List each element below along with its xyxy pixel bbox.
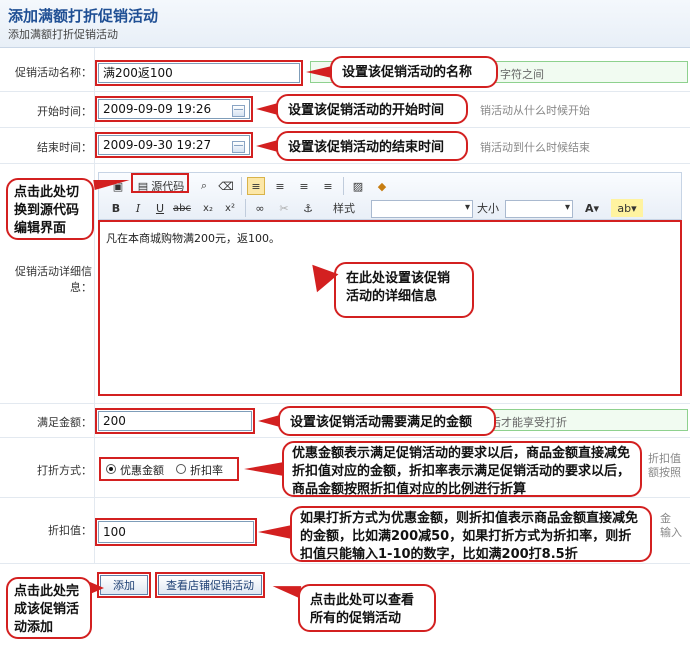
detail-editor-content: 凡在本商城购物满200元，返100。 <box>106 232 280 245</box>
mode-hint-2: 额按照 <box>648 466 681 479</box>
callout-pointer <box>256 103 278 115</box>
mode-option-rate: 折扣率 <box>190 464 223 477</box>
superscript-icon[interactable]: x² <box>221 199 239 217</box>
callout-add: 点击此处完成该促销活动添加 <box>6 577 92 639</box>
eraser-icon[interactable]: ⌫ <box>217 177 235 195</box>
start-hint: 销活动从什么时候开始 <box>480 104 590 117</box>
discount-hint-2: 输入 <box>660 526 682 539</box>
row-divider <box>94 164 95 403</box>
mode-radio-rate[interactable] <box>176 464 186 474</box>
callout-view: 点击此处可以查看所有的促销活动 <box>298 584 436 632</box>
discount-input[interactable]: 100 <box>98 521 254 543</box>
amount-label: 满足金额： <box>37 416 92 429</box>
highlight-color-icon[interactable]: ab▾ <box>611 199 643 217</box>
subscript-icon[interactable]: x₂ <box>199 199 217 217</box>
name-hint: 字符之间 <box>500 68 544 81</box>
callout-pointer <box>306 66 332 78</box>
callout-source: 点击此处切换到源代码编辑界面 <box>6 178 94 240</box>
toolbar-separator <box>241 177 242 195</box>
align-justify-icon[interactable]: ≡ <box>319 177 337 195</box>
name-label: 促销活动名称： <box>15 66 92 79</box>
view-promotions-button[interactable]: 查看店铺促销活动 <box>158 575 262 595</box>
callout-name: 设置该促销活动的名称 <box>330 56 498 88</box>
callout-amount: 设置该促销活动需要满足的金额 <box>278 406 496 436</box>
end-label: 结束时间： <box>37 141 92 154</box>
callout-pointer <box>90 582 104 594</box>
mode-radio-amount[interactable] <box>106 464 116 474</box>
end-hint: 销活动到什么时候结束 <box>480 141 590 154</box>
page: 添加满额打折促销活动 添加满额打折促销活动 促销活动名称： 字符之间 满200返… <box>0 0 690 670</box>
start-time-value: 2009-09-09 19:26 <box>103 102 212 116</box>
callout-start: 设置该促销活动的开始时间 <box>276 94 468 124</box>
anchor-icon[interactable]: ⚓ <box>299 199 317 217</box>
toolbar-separator <box>245 199 246 217</box>
image-icon[interactable]: ▨ <box>349 177 367 195</box>
size-select[interactable] <box>505 200 573 218</box>
add-button[interactable]: 添加 <box>100 575 148 595</box>
source-highlight <box>131 173 189 193</box>
page-subtitle: 添加满额打折促销活动 <box>8 28 118 41</box>
end-time-input[interactable]: 2009-09-30 19:27 <box>98 135 250 155</box>
bold-icon[interactable]: B <box>107 199 125 217</box>
callout-pointer <box>256 140 278 152</box>
font-color-icon[interactable]: A▾ <box>579 199 605 217</box>
style-select[interactable] <box>371 200 473 218</box>
callout-pointer <box>271 580 302 598</box>
underline-icon[interactable]: U <box>151 199 169 217</box>
discount-label: 折扣值： <box>48 524 92 537</box>
mode-option-amount: 优惠金额 <box>120 464 164 477</box>
link-icon[interactable]: ∞ <box>251 199 269 217</box>
align-left-icon[interactable]: ≡ <box>247 177 265 195</box>
promotion-name-input[interactable]: 满200返100 <box>98 63 300 83</box>
unlink-icon[interactable]: ✂ <box>275 199 293 217</box>
callout-mode: 优惠金额表示满足促销活动的要求以后，商品金额直接减免折扣值对应的金额，折扣率表示… <box>282 441 642 497</box>
align-center-icon[interactable]: ≡ <box>271 177 289 195</box>
start-time-input[interactable]: 2009-09-09 19:26 <box>98 99 250 119</box>
callout-detail: 在此处设置该促销活动的详细信息 <box>334 262 474 318</box>
mode-label: 打折方式： <box>37 464 92 477</box>
align-right-icon[interactable]: ≡ <box>295 177 313 195</box>
strikethrough-icon[interactable]: abc <box>173 199 191 217</box>
callout-end: 设置该促销活动的结束时间 <box>276 131 468 161</box>
italic-icon[interactable]: I <box>129 199 147 217</box>
end-time-value: 2009-09-30 19:27 <box>103 138 212 152</box>
amount-input[interactable]: 200 <box>98 411 252 431</box>
page-header: 添加满额打折促销活动 添加满额打折促销活动 <box>0 0 690 48</box>
style-label: 样式 <box>333 202 355 215</box>
size-label: 大小 <box>477 202 499 215</box>
toolbar-separator <box>343 177 344 195</box>
find-icon[interactable]: ⌕ <box>195 177 213 195</box>
calendar-icon[interactable] <box>232 105 245 117</box>
callout-pointer <box>244 462 284 476</box>
callout-discount: 如果打折方式为优惠金额，则折扣值表示商品金额直接减免的金额，比如满200减50，… <box>290 506 652 562</box>
row-divider <box>94 438 95 497</box>
callout-pointer <box>258 525 292 539</box>
detail-label: 促销活动详细信息： <box>15 265 92 294</box>
amount-hint: 后才能享受打折 <box>490 416 567 429</box>
start-label: 开始时间： <box>37 105 92 118</box>
calendar-icon[interactable] <box>232 141 245 153</box>
callout-pointer <box>258 415 280 427</box>
flash-icon[interactable]: ◆ <box>373 177 391 195</box>
page-title: 添加满额打折促销活动 <box>8 7 159 25</box>
